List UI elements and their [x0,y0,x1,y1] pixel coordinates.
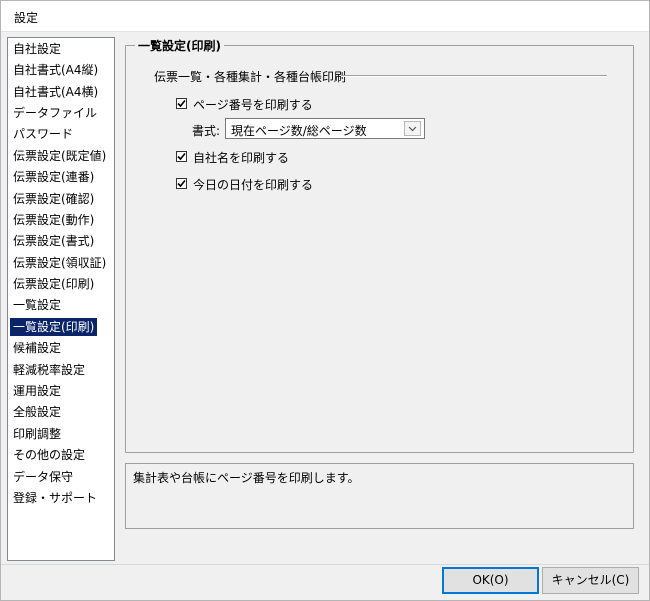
ok-button[interactable]: OK(O) [442,567,539,594]
sidebar-item[interactable]: 全般設定 [10,403,64,421]
print-page-number-checkbox[interactable] [176,98,187,109]
sidebar-item[interactable]: 伝票設定(既定値) [10,147,109,165]
check-icon [177,99,186,108]
settings-window: 設定 自社設定 自社書式(A4縦) 自社書式(A4横) データファイル パスワー… [0,0,650,601]
sidebar-item[interactable]: 運用設定 [10,382,64,400]
settings-category-list[interactable]: 自社設定 自社書式(A4縦) 自社書式(A4横) データファイル パスワード 伝… [7,37,115,561]
sidebar-item[interactable]: パスワード [10,125,76,143]
sidebar-item[interactable]: 伝票設定(確認) [10,190,97,208]
print-today-date-checkbox[interactable] [176,178,187,189]
description-text: 集計表や台帳にページ番号を印刷します。 [133,471,360,485]
print-company-name-checkbox[interactable] [176,151,187,162]
sidebar-item[interactable]: その他の設定 [10,446,88,464]
footer-divider [1,564,649,565]
check-icon [177,179,186,188]
section-label: 伝票一覧・各種集計・各種台帳印刷 [154,70,347,84]
title-bar: 設定 [1,1,649,32]
section-divider [341,75,607,77]
sidebar-item[interactable]: 自社書式(A4縦) [10,61,101,79]
format-select-value: 現在ページ数/総ページ数 [231,124,367,138]
sidebar-item[interactable]: 自社設定 [10,40,64,58]
format-label: 書式: [192,124,221,138]
cancel-button[interactable]: キャンセル(C) [542,567,639,594]
window-title: 設定 [14,11,39,25]
sidebar-item[interactable]: データファイル [10,104,100,122]
sidebar-item[interactable]: 軽減税率設定 [10,361,88,379]
print-company-name-label[interactable]: 自社名を印刷する [193,149,289,166]
chevron-down-icon [408,126,417,132]
sidebar-item[interactable]: 印刷調整 [10,425,64,443]
format-select[interactable]: 現在ページ数/総ページ数 [225,118,425,139]
print-today-date-label[interactable]: 今日の日付を印刷する [193,176,313,193]
sidebar-item[interactable]: 一覧設定 [10,296,64,314]
sidebar-item[interactable]: 伝票設定(連番) [10,168,97,186]
sidebar-item[interactable]: 伝票設定(書式) [10,232,97,250]
print-page-number-label[interactable]: ページ番号を印刷する [193,96,313,113]
group-title: 一覧設定(印刷) [135,37,224,54]
sidebar-item[interactable]: 伝票設定(領収証) [10,254,109,272]
sidebar-item[interactable]: 伝票設定(動作) [10,211,97,229]
sidebar-item[interactable]: データ保守 [10,468,76,486]
sidebar-item[interactable]: 登録・サポート [10,489,100,507]
dropdown-button[interactable] [404,121,421,136]
check-icon [177,152,186,161]
sidebar-item[interactable]: 伝票設定(印刷) [10,275,97,293]
sidebar-item[interactable]: 候補設定 [10,339,64,357]
sidebar-item[interactable]: 自社書式(A4横) [10,83,101,101]
sidebar-item-selected[interactable]: 一覧設定(印刷) [10,318,98,336]
description-box: 集計表や台帳にページ番号を印刷します。 [125,463,634,529]
